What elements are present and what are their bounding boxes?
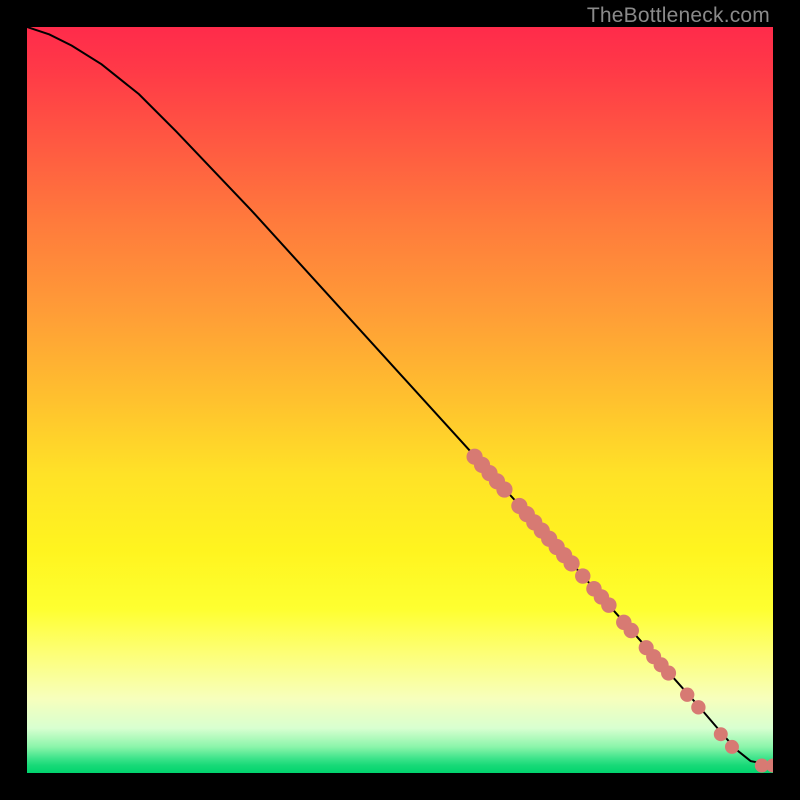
data-point — [575, 568, 590, 583]
data-point — [680, 688, 694, 702]
data-point — [766, 759, 773, 773]
data-point — [661, 666, 676, 681]
chart-stage: TheBottleneck.com — [0, 0, 800, 800]
data-point — [601, 597, 616, 612]
chart-svg — [27, 27, 773, 773]
watermark-text: TheBottleneck.com — [587, 4, 770, 28]
data-point — [563, 555, 579, 571]
data-point — [496, 481, 512, 497]
curve-line — [27, 27, 773, 766]
data-point — [725, 740, 739, 754]
plot-area — [27, 27, 773, 773]
data-point — [624, 623, 639, 638]
data-point — [714, 727, 728, 741]
data-point — [691, 700, 705, 714]
